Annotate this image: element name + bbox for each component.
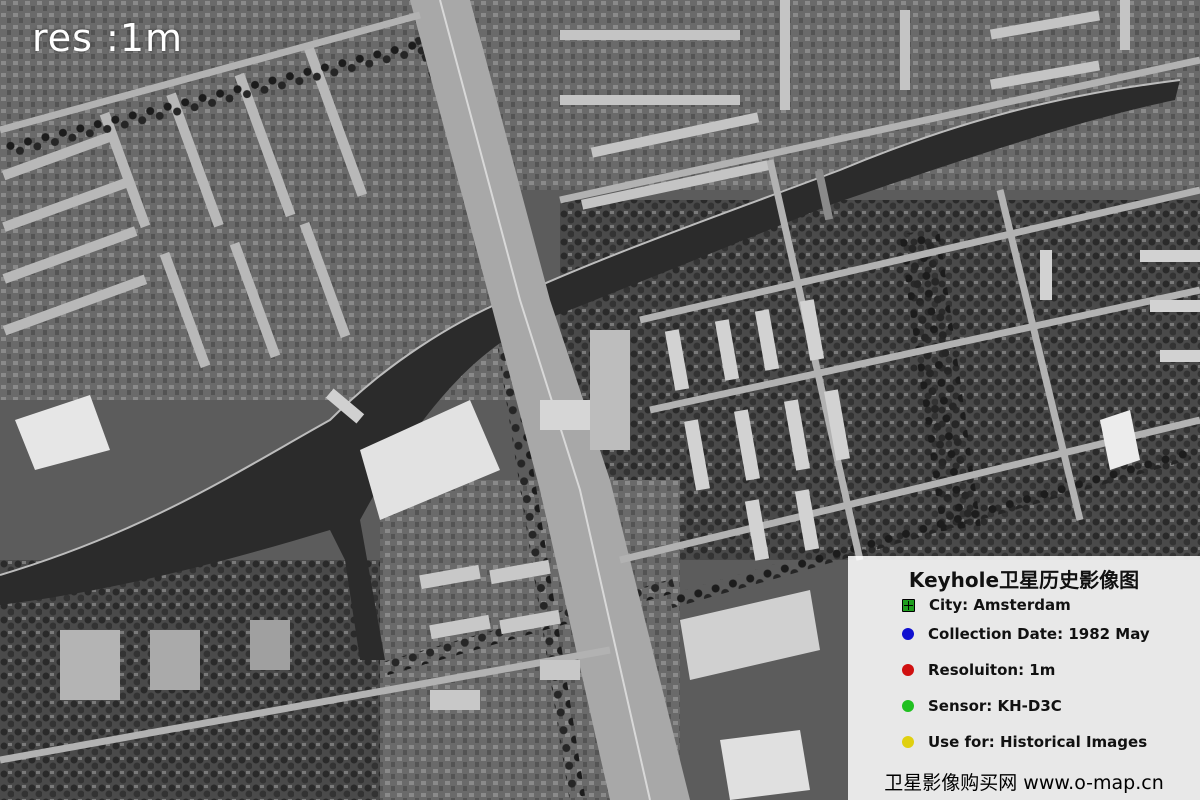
map-viewer[interactable]: res :1m Keyhole卫星历史影像图 City: Amsterdam C… [0, 0, 1200, 800]
legend-item-label: City: Amsterdam [929, 596, 1071, 614]
legend-item-city: City: Amsterdam [902, 593, 1071, 617]
legend-item-label: Use for: Historical Images [928, 733, 1148, 751]
red-dot-icon [902, 664, 914, 676]
website-footer-link[interactable]: 卫星影像购买网 www.o-map.cn [848, 768, 1200, 795]
legend-item-resolution: Resoluiton: 1m [902, 658, 1055, 682]
blue-dot-icon [902, 628, 914, 640]
legend-item-use-for: Use for: Historical Images [902, 730, 1147, 754]
city-marker-icon [902, 598, 915, 612]
yellow-dot-icon [902, 736, 914, 748]
green-dot-icon [902, 700, 914, 712]
legend-panel: Keyhole卫星历史影像图 City: Amsterdam Collectio… [848, 556, 1200, 800]
legend-item-sensor: Sensor: KH-D3C [902, 694, 1062, 718]
resolution-overlay-label: res :1m [32, 16, 184, 60]
legend-item-collection-date: Collection Date: 1982 May [902, 622, 1150, 646]
legend-item-label: Collection Date: 1982 May [928, 625, 1150, 643]
legend-item-label: Sensor: KH-D3C [928, 697, 1062, 715]
legend-title: Keyhole卫星历史影像图 [908, 568, 1140, 592]
legend-item-label: Resoluiton: 1m [928, 661, 1056, 679]
